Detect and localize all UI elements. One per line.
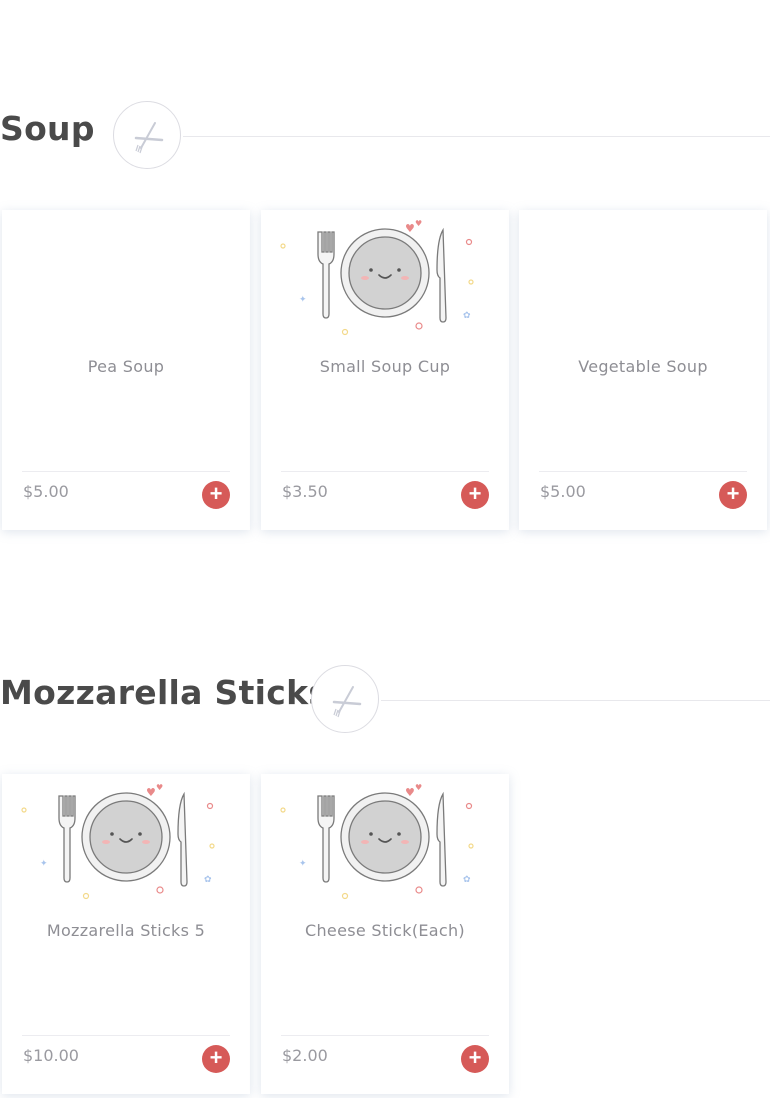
add-to-cart-button[interactable]: + <box>461 481 489 509</box>
item-price: $5.00 <box>23 482 69 501</box>
svg-text:♥: ♥ <box>405 222 415 235</box>
plus-icon: + <box>726 481 740 506</box>
item-price: $2.00 <box>282 1046 328 1065</box>
svg-text:♥: ♥ <box>415 219 422 228</box>
menu-item-card[interactable]: ✦ ✿ ♥ ♥ Mozzarella Sticks 5 $10.00 + <box>2 774 250 1094</box>
divider <box>22 1035 230 1036</box>
plus-icon: + <box>209 481 223 506</box>
item-price: $10.00 <box>23 1046 79 1065</box>
menu-item-card[interactable]: Pea Soup $5.00 + <box>2 210 250 530</box>
add-to-cart-button[interactable]: + <box>461 1045 489 1073</box>
menu-item-card[interactable]: ✦ ✿ ♥ ♥ Small Soup Cup $3.50 + <box>261 210 509 530</box>
menu-item-card[interactable]: ✦ ✿ ♥ ♥ Cheese Stick(Each) $2.00 + <box>261 774 509 1094</box>
item-price: $3.50 <box>282 482 328 501</box>
plus-icon: + <box>209 1045 223 1070</box>
divider <box>281 471 489 472</box>
item-name: Pea Soup <box>87 357 165 376</box>
svg-text:♥: ♥ <box>146 786 156 799</box>
section-header: Mozzarella Sticks <box>0 665 770 735</box>
item-price: $5.00 <box>540 482 586 501</box>
section-header: Soup <box>0 101 770 171</box>
plus-icon: + <box>468 1045 482 1070</box>
section-title: Soup <box>0 109 95 148</box>
smiling-plate-icon: ✦ ✿ ♥ ♥ <box>275 210 495 340</box>
item-name: Mozzarella Sticks 5 <box>46 921 206 940</box>
svg-text:♥: ♥ <box>156 783 163 792</box>
divider <box>281 1035 489 1036</box>
svg-text:♥: ♥ <box>405 786 415 799</box>
smiling-plate-icon: ✦ ✿ ♥ ♥ <box>275 774 495 904</box>
svg-text:✦: ✦ <box>299 295 307 305</box>
add-to-cart-button[interactable]: + <box>719 481 747 509</box>
item-name: Small Soup Cup <box>319 357 451 376</box>
item-name: Vegetable Soup <box>578 357 708 376</box>
section-title: Mozzarella Sticks <box>0 673 329 712</box>
svg-text:✦: ✦ <box>40 859 48 869</box>
divider <box>539 471 747 472</box>
fork-knife-icon <box>113 101 181 169</box>
svg-text:♥: ♥ <box>415 783 422 792</box>
divider <box>22 471 230 472</box>
fork-knife-icon <box>311 665 379 733</box>
svg-text:✦: ✦ <box>299 859 307 869</box>
svg-text:✿: ✿ <box>463 311 471 321</box>
section-divider <box>381 700 770 701</box>
menu-section-mozzarella-sticks: Mozzarella Sticks <box>0 665 770 735</box>
menu-section-soup: Soup <box>0 101 770 171</box>
add-to-cart-button[interactable]: + <box>202 481 230 509</box>
item-name: Cheese Stick(Each) <box>305 921 465 940</box>
smiling-plate-icon: ✦ ✿ ♥ ♥ <box>16 774 236 904</box>
add-to-cart-button[interactable]: + <box>202 1045 230 1073</box>
menu-item-card[interactable]: Vegetable Soup $5.00 + <box>519 210 767 530</box>
section-divider <box>183 136 770 137</box>
svg-text:✿: ✿ <box>204 875 212 885</box>
svg-text:✿: ✿ <box>463 875 471 885</box>
plus-icon: + <box>468 481 482 506</box>
